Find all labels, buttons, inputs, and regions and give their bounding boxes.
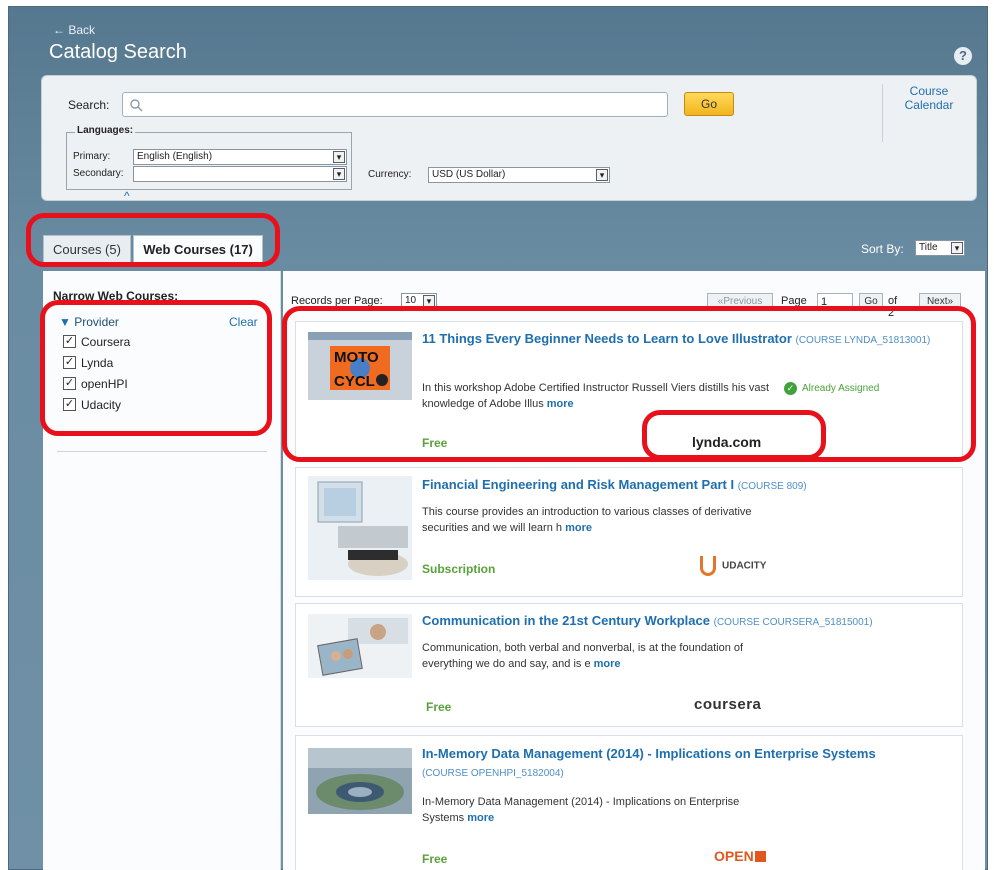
course-thumbnail-image — [308, 476, 412, 580]
openhpi-logo: OPEN — [714, 848, 766, 864]
search-input[interactable] — [122, 92, 668, 117]
chevron-down-icon: ▾ — [333, 151, 345, 163]
sort-value: Title — [919, 242, 938, 253]
course-title-text[interactable]: Communication in the 21st Century Workpl… — [422, 613, 710, 628]
openhpi-logo-text: OPEN — [714, 848, 754, 864]
help-icon[interactable]: ? — [954, 47, 972, 65]
udacity-logo: UDACITY — [700, 556, 766, 576]
back-link[interactable]: ← Back — [53, 23, 95, 37]
primary-language-value: English (English) — [137, 151, 213, 162]
search-panel: Search: Go Course Calendar Languages: Pr… — [41, 75, 977, 203]
more-link[interactable]: more — [467, 812, 494, 824]
go-button[interactable]: Go — [684, 92, 734, 116]
primary-label: Primary: — [73, 151, 111, 162]
course-price: Free — [426, 700, 452, 714]
course-thumbnail-image — [308, 748, 412, 814]
currency-value: USD (US Dollar) — [432, 169, 506, 180]
chevron-down-icon: ▾ — [333, 168, 345, 180]
more-link[interactable]: more — [594, 658, 621, 670]
course-title-text[interactable]: Financial Engineering and Risk Managemen… — [422, 477, 734, 492]
sort-select[interactable]: Title ▾ — [915, 240, 965, 256]
currency-label: Currency: — [368, 169, 412, 180]
annotation-first-course — [282, 306, 976, 462]
chevron-up-icon[interactable]: ^ — [124, 189, 130, 203]
course-card[interactable]: In-Memory Data Management (2014) - Impli… — [295, 735, 963, 870]
divider — [882, 84, 883, 142]
secondary-label: Secondary: — [73, 168, 124, 179]
course-description: Communication, both verbal and nonverbal… — [422, 640, 782, 672]
languages-legend: Languages: — [75, 125, 136, 136]
course-thumbnail-image — [308, 614, 412, 678]
course-thumbnail — [308, 476, 412, 580]
course-price: Subscription — [422, 562, 496, 576]
udacity-logo-text: UDACITY — [722, 560, 767, 572]
search-icon — [130, 99, 143, 112]
course-title-text[interactable]: In-Memory Data Management (2014) - Impli… — [422, 744, 952, 764]
course-code: (COURSE OPENHPI_5182004) — [422, 768, 564, 779]
course-description-text: Communication, both verbal and nonverbal… — [422, 642, 744, 670]
languages-fieldset: Languages: Primary: English (English) ▾ … — [66, 125, 352, 190]
openhpi-square-icon — [754, 851, 766, 862]
page-title: Catalog Search — [49, 41, 187, 63]
more-link[interactable]: more — [565, 522, 592, 534]
course-code: (COURSE 809) — [737, 481, 807, 492]
course-description: In-Memory Data Management (2014) - Impli… — [422, 794, 782, 826]
annotation-lynda-logo — [642, 410, 826, 460]
annotation-tabs — [26, 213, 280, 267]
course-code: (COURSE COURSERA_51815001) — [713, 617, 873, 628]
currency-select[interactable]: USD (US Dollar) ▾ — [428, 167, 610, 183]
chevron-down-icon: ▾ — [951, 242, 963, 254]
course-thumbnail — [308, 748, 412, 814]
course-price: Free — [422, 852, 448, 866]
sort-label: Sort By: — [861, 242, 904, 256]
course-calendar-link[interactable]: Course Calendar — [892, 84, 966, 112]
udacity-u-icon — [700, 556, 716, 576]
course-card[interactable]: Financial Engineering and Risk Managemen… — [295, 467, 963, 597]
chevron-down-icon: ▾ — [596, 169, 608, 181]
course-title[interactable]: Communication in the 21st Century Workpl… — [422, 612, 952, 632]
annotation-provider-filter — [40, 300, 272, 436]
coursera-logo: coursera — [694, 696, 762, 713]
divider — [57, 451, 267, 452]
search-label: Search: — [68, 98, 110, 112]
course-title[interactable]: Financial Engineering and Risk Managemen… — [422, 476, 952, 496]
records-per-page-value: 10 — [405, 295, 417, 306]
primary-language-select[interactable]: English (English) ▾ — [133, 149, 347, 165]
course-description: This course provides an introduction to … — [422, 504, 782, 536]
secondary-language-select[interactable]: ▾ — [133, 166, 347, 182]
course-title[interactable]: In-Memory Data Management (2014) - Impli… — [422, 744, 952, 784]
course-card[interactable]: Communication in the 21st Century Workpl… — [295, 603, 963, 727]
course-thumbnail — [308, 614, 412, 678]
